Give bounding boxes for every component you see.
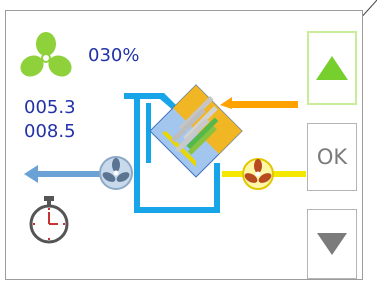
stopwatch-icon[interactable]	[28, 196, 70, 244]
supply-fan-icon	[99, 156, 133, 190]
triangle-up-icon	[316, 56, 348, 80]
down-button[interactable]	[307, 209, 357, 279]
up-button[interactable]	[307, 31, 357, 105]
ok-button-label: OK	[316, 145, 348, 169]
exhaust-air-duct	[220, 97, 298, 109]
triangle-down-icon	[317, 233, 347, 255]
ok-button[interactable]: OK	[307, 123, 357, 191]
fresh-air-fan-icon	[242, 158, 274, 190]
controller-screen: 030% 005.3 008.5 OK	[5, 10, 363, 280]
